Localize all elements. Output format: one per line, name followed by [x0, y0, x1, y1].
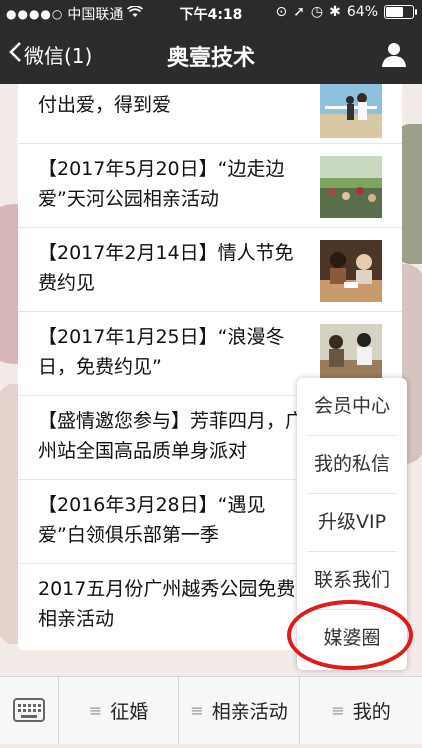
- menu-item-member-center[interactable]: 会员中心: [297, 378, 407, 435]
- article-title: 【2016年3月28日】“遇见爱”白领俱乐部第一季: [38, 494, 266, 546]
- list-item[interactable]: 【2017年5月20日】“边走边爱”天河公园相亲活动: [18, 144, 402, 228]
- user-profile-button[interactable]: [380, 40, 408, 68]
- article-title: 【盛情邀您参与】芳菲四月，广州站全国高品质单身派对: [38, 410, 305, 462]
- battery-icon: [384, 5, 417, 19]
- menu-item-my-messages[interactable]: 我的私信: [297, 436, 407, 493]
- article-thumbnail: [320, 324, 382, 386]
- article-title: 【2017年2月14日】情人节免费约见: [38, 242, 294, 294]
- article-title: 【2017年5月20日】“边走边爱”天河公园相亲活动: [38, 158, 285, 210]
- tab-label: 我的: [352, 701, 391, 723]
- alarm-icon: ◷: [310, 4, 324, 20]
- article-thumbnail: [320, 240, 382, 302]
- article-thumbnail: [320, 156, 382, 218]
- article-title: 【2017年1月25日】“浪漫冬日，免费约见”: [38, 326, 285, 378]
- list-item[interactable]: 【2017年2月14日】情人节免费约见: [18, 228, 402, 312]
- tab-dating-events[interactable]: ≡ 相亲活动: [179, 677, 300, 744]
- menu-lines-icon: ≡: [331, 701, 345, 720]
- page-title: 奥壹技术: [166, 46, 255, 71]
- menu-lines-icon: ≡: [88, 701, 103, 720]
- battery-percent: 64%: [346, 4, 378, 20]
- bluetooth-icon: ✱: [329, 4, 341, 20]
- user-icon: [382, 43, 406, 67]
- tab-label: 相亲活动: [211, 701, 288, 723]
- menu-lines-icon: ≡: [190, 701, 204, 720]
- nav-bar: 微信(1) 奥壹技术: [0, 26, 422, 84]
- lock-rotation-icon: ⊙: [275, 4, 288, 20]
- list-item[interactable]: 付出爱，得到爱: [18, 84, 402, 144]
- tab-label: 征婚: [110, 701, 149, 723]
- keyboard-icon: [13, 698, 45, 722]
- article-thumbnail: [320, 84, 382, 138]
- highlight-circle: [287, 600, 413, 670]
- status-bar: ●●●●○ 中国联通 下午4:18 ⊙ ➚ ◷ ✱ 64%: [0, 0, 422, 26]
- menu-item-upgrade-vip[interactable]: 升级VIP: [297, 494, 407, 551]
- location-icon: ➚: [293, 4, 305, 20]
- article-title: 付出爱，得到爱: [38, 94, 172, 116]
- bottom-tab-bar: ≡ 征婚 ≡ 相亲活动 ≡ 我的: [0, 676, 422, 744]
- keyboard-toggle-button[interactable]: [0, 677, 59, 744]
- tab-marriage[interactable]: ≡ 征婚: [59, 677, 179, 744]
- tab-mine[interactable]: ≡ 我的: [300, 677, 422, 744]
- article-title: 2017五月份广州越秀公园免费相亲活动: [38, 578, 296, 630]
